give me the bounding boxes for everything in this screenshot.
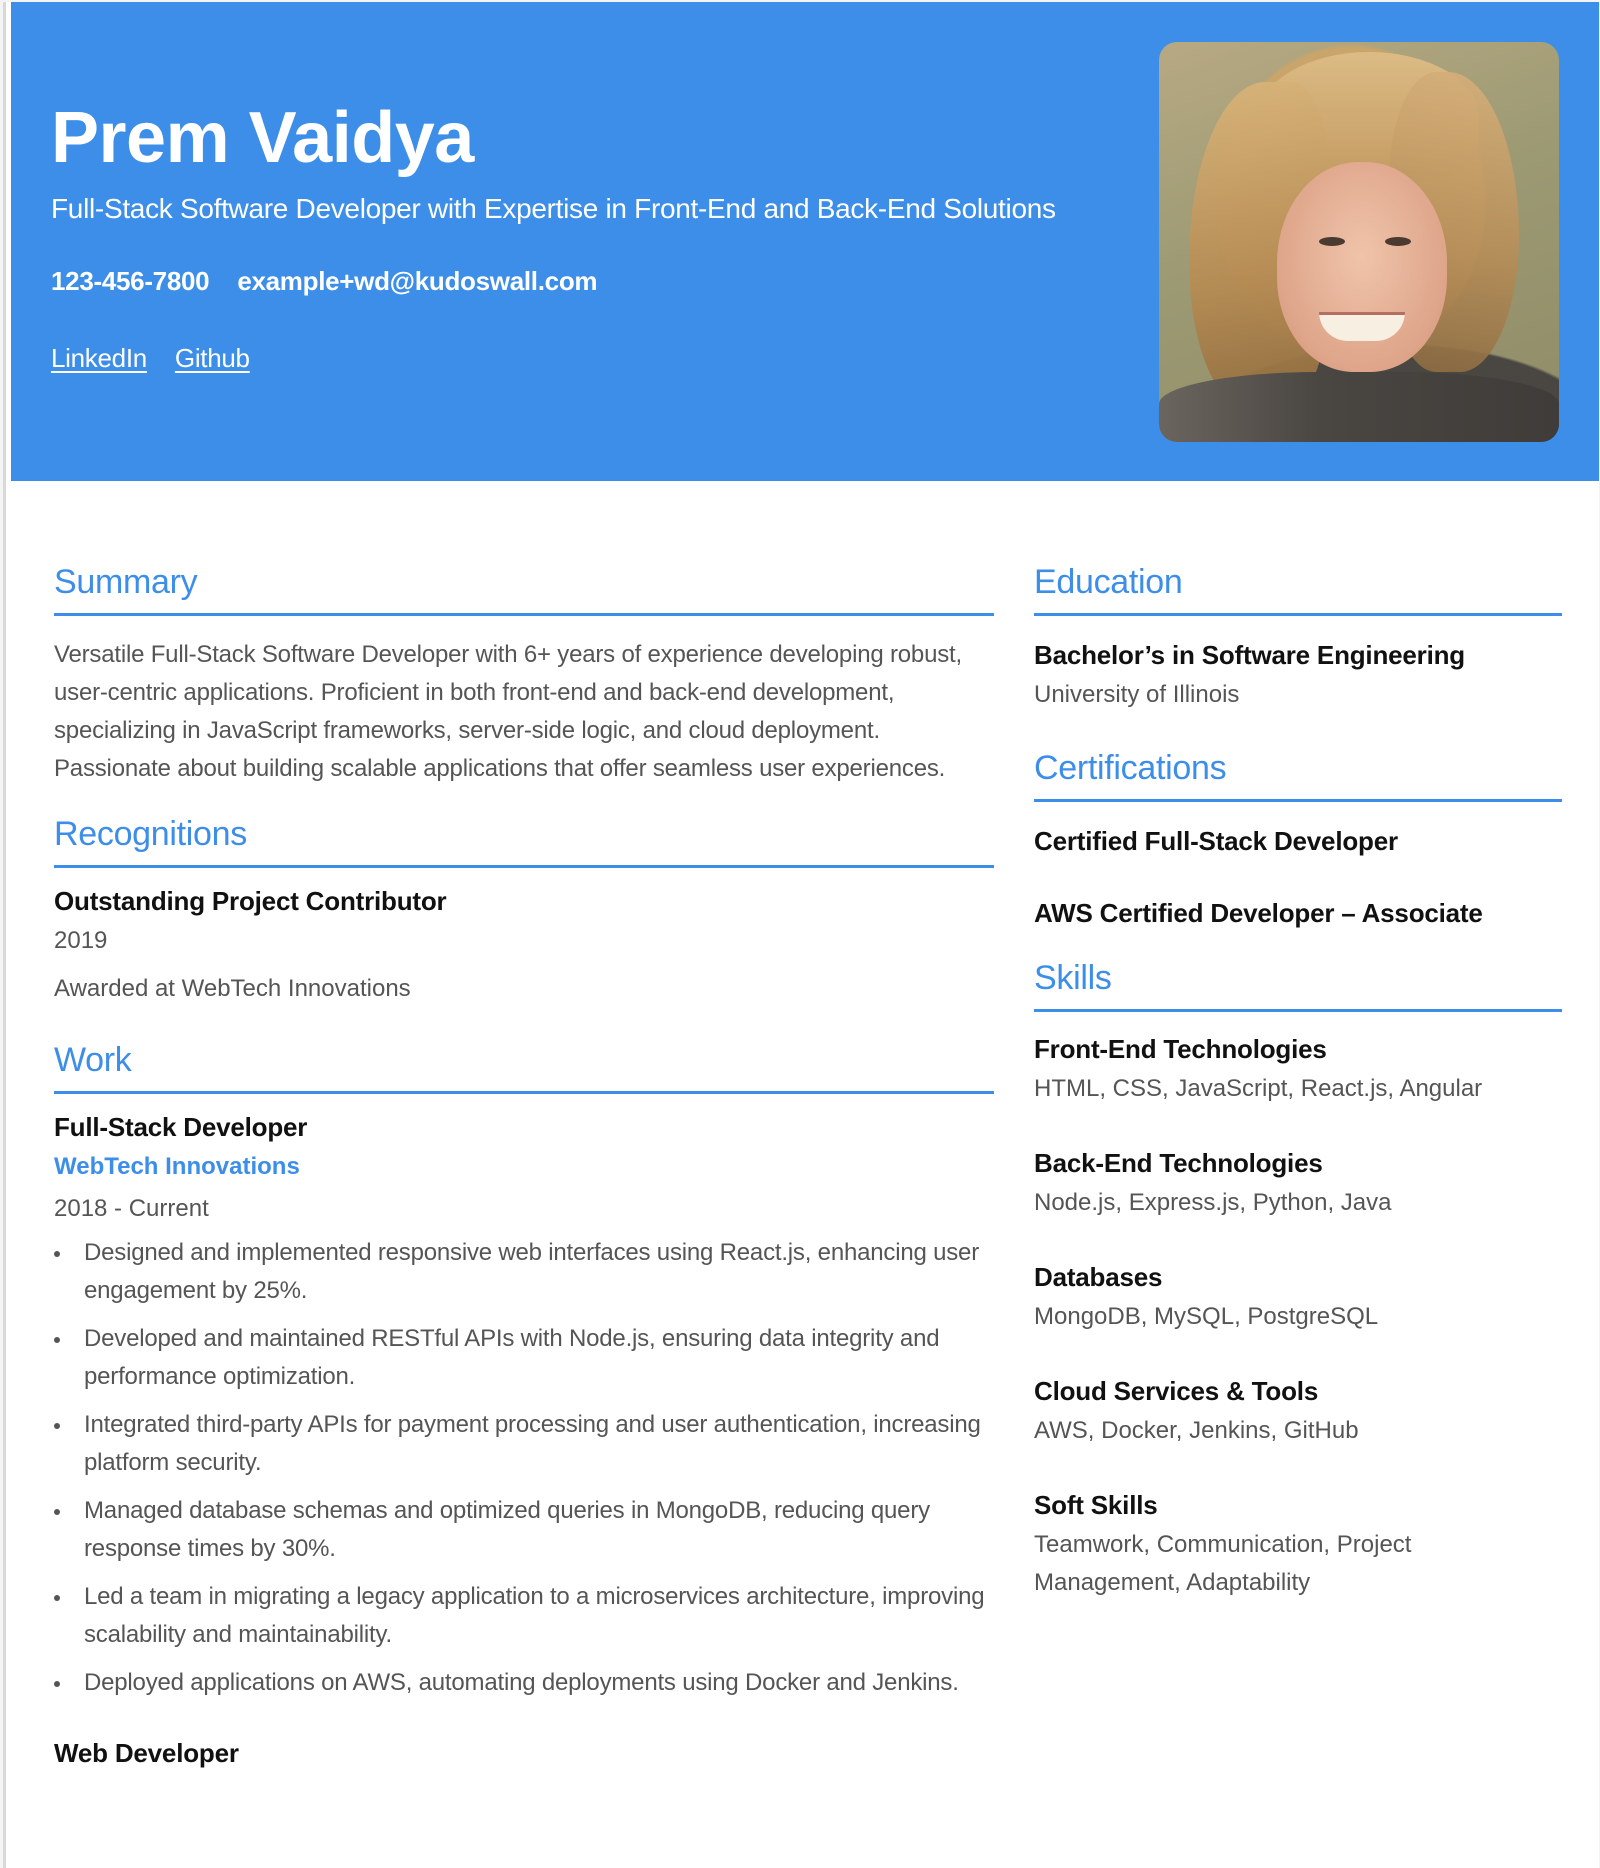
phone-number: 123-456-7800 bbox=[51, 266, 210, 296]
linkedin-link[interactable]: LinkedIn bbox=[51, 343, 147, 374]
resume-page: Prem Vaidya Full-Stack Software Develope… bbox=[3, 2, 1599, 1868]
skills-section: Skills Front-End Technologies HTML, CSS,… bbox=[1034, 958, 1562, 1602]
job-bullet: Developed and maintained RESTful APIs wi… bbox=[54, 1320, 994, 1396]
skill-group-items: MongoDB, MySQL, PostgreSQL bbox=[1034, 1303, 1379, 1330]
section-title: Certifications bbox=[1034, 749, 1227, 787]
job-bullets: Designed and implemented responsive web … bbox=[54, 1234, 994, 1702]
section-title: Summary bbox=[54, 563, 198, 601]
certifications-section: Certifications Certified Full-Stack Deve… bbox=[1034, 748, 1562, 930]
skill-group: Databases MongoDB, MySQL, PostgreSQL bbox=[1034, 1260, 1562, 1336]
skill-group-name: Back-End Technologies bbox=[1034, 1148, 1323, 1178]
skill-group-name: Front-End Technologies bbox=[1034, 1034, 1327, 1064]
degree-title: Bachelor’s in Software Engineering bbox=[1034, 640, 1465, 670]
candidate-tagline: Full-Stack Software Developer with Exper… bbox=[51, 193, 1056, 224]
skill-group-items: Teamwork, Communication, Project Managem… bbox=[1034, 1531, 1412, 1596]
job-bullet: Designed and implemented responsive web … bbox=[54, 1234, 994, 1310]
certification-item: Certified Full-Stack Developer bbox=[1034, 826, 1398, 856]
summary-text: Versatile Full-Stack Software Developer … bbox=[54, 641, 962, 782]
skill-group-items: HTML, CSS, JavaScript, React.js, Angular bbox=[1034, 1075, 1483, 1102]
recognition-description: Awarded at WebTech Innovations bbox=[54, 975, 411, 1002]
photo-sweater-shape bbox=[1159, 372, 1559, 442]
recognition-year: 2019 bbox=[54, 927, 108, 954]
profile-photo bbox=[1159, 42, 1559, 442]
section-divider bbox=[54, 865, 994, 868]
summary-section: Summary Versatile Full-Stack Software De… bbox=[54, 562, 994, 788]
contact-info: 123-456-7800 example+wd@kudoswall.com bbox=[51, 266, 598, 297]
main-column: Summary Versatile Full-Stack Software De… bbox=[54, 562, 994, 1770]
email-address: example+wd@kudoswall.com bbox=[237, 266, 598, 296]
skill-group-name: Databases bbox=[1034, 1262, 1163, 1292]
recognitions-section: Recognitions Outstanding Project Contrib… bbox=[54, 814, 994, 1008]
photo-eye-shape bbox=[1319, 237, 1345, 246]
photo-eye-shape bbox=[1385, 237, 1411, 246]
section-divider bbox=[54, 1091, 994, 1094]
profile-links: LinkedIn Github bbox=[51, 343, 250, 374]
job-bullet: Led a team in migrating a legacy applica… bbox=[54, 1578, 994, 1654]
section-divider bbox=[54, 613, 994, 616]
skill-group-name: Soft Skills bbox=[1034, 1490, 1158, 1520]
job-dates: 2018 - Current bbox=[54, 1195, 209, 1222]
section-divider bbox=[1034, 613, 1562, 616]
recognition-title: Outstanding Project Contributor bbox=[54, 886, 447, 916]
candidate-name: Prem Vaidya bbox=[51, 98, 474, 178]
section-title: Skills bbox=[1034, 959, 1112, 997]
resume-header: Prem Vaidya Full-Stack Software Develope… bbox=[11, 2, 1599, 481]
section-title: Work bbox=[54, 1041, 132, 1079]
sidebar-column: Education Bachelor’s in Software Enginee… bbox=[1034, 562, 1562, 1602]
skill-group-name: Cloud Services & Tools bbox=[1034, 1376, 1319, 1406]
work-item: Full-Stack Developer WebTech Innovations… bbox=[54, 1110, 994, 1702]
work-section: Work Full-Stack Developer WebTech Innova… bbox=[54, 1040, 994, 1770]
job-bullet: Integrated third-party APIs for payment … bbox=[54, 1406, 994, 1482]
certification-item: AWS Certified Developer – Associate bbox=[1034, 898, 1483, 928]
section-divider bbox=[1034, 1009, 1562, 1012]
job-title: Full-Stack Developer bbox=[54, 1112, 308, 1142]
job-bullet: Managed database schemas and optimized q… bbox=[54, 1492, 994, 1568]
skill-group: Soft Skills Teamwork, Communication, Pro… bbox=[1034, 1488, 1562, 1602]
skill-group: Front-End Technologies HTML, CSS, JavaSc… bbox=[1034, 1032, 1562, 1108]
work-item: Web Developer bbox=[54, 1736, 994, 1770]
github-link[interactable]: Github bbox=[175, 343, 250, 374]
education-section: Education Bachelor’s in Software Enginee… bbox=[1034, 562, 1562, 714]
company-name: WebTech Innovations bbox=[54, 1153, 300, 1180]
school-name: University of Illinois bbox=[1034, 681, 1240, 708]
job-title: Web Developer bbox=[54, 1738, 239, 1768]
skill-group-items: AWS, Docker, Jenkins, GitHub bbox=[1034, 1417, 1359, 1444]
section-title: Education bbox=[1034, 563, 1183, 601]
section-title: Recognitions bbox=[54, 815, 247, 853]
skill-group: Back-End Technologies Node.js, Express.j… bbox=[1034, 1146, 1562, 1222]
skill-group-items: Node.js, Express.js, Python, Java bbox=[1034, 1189, 1392, 1216]
job-bullet: Deployed applications on AWS, automating… bbox=[54, 1664, 994, 1702]
section-divider bbox=[1034, 799, 1562, 802]
skill-group: Cloud Services & Tools AWS, Docker, Jenk… bbox=[1034, 1374, 1562, 1450]
